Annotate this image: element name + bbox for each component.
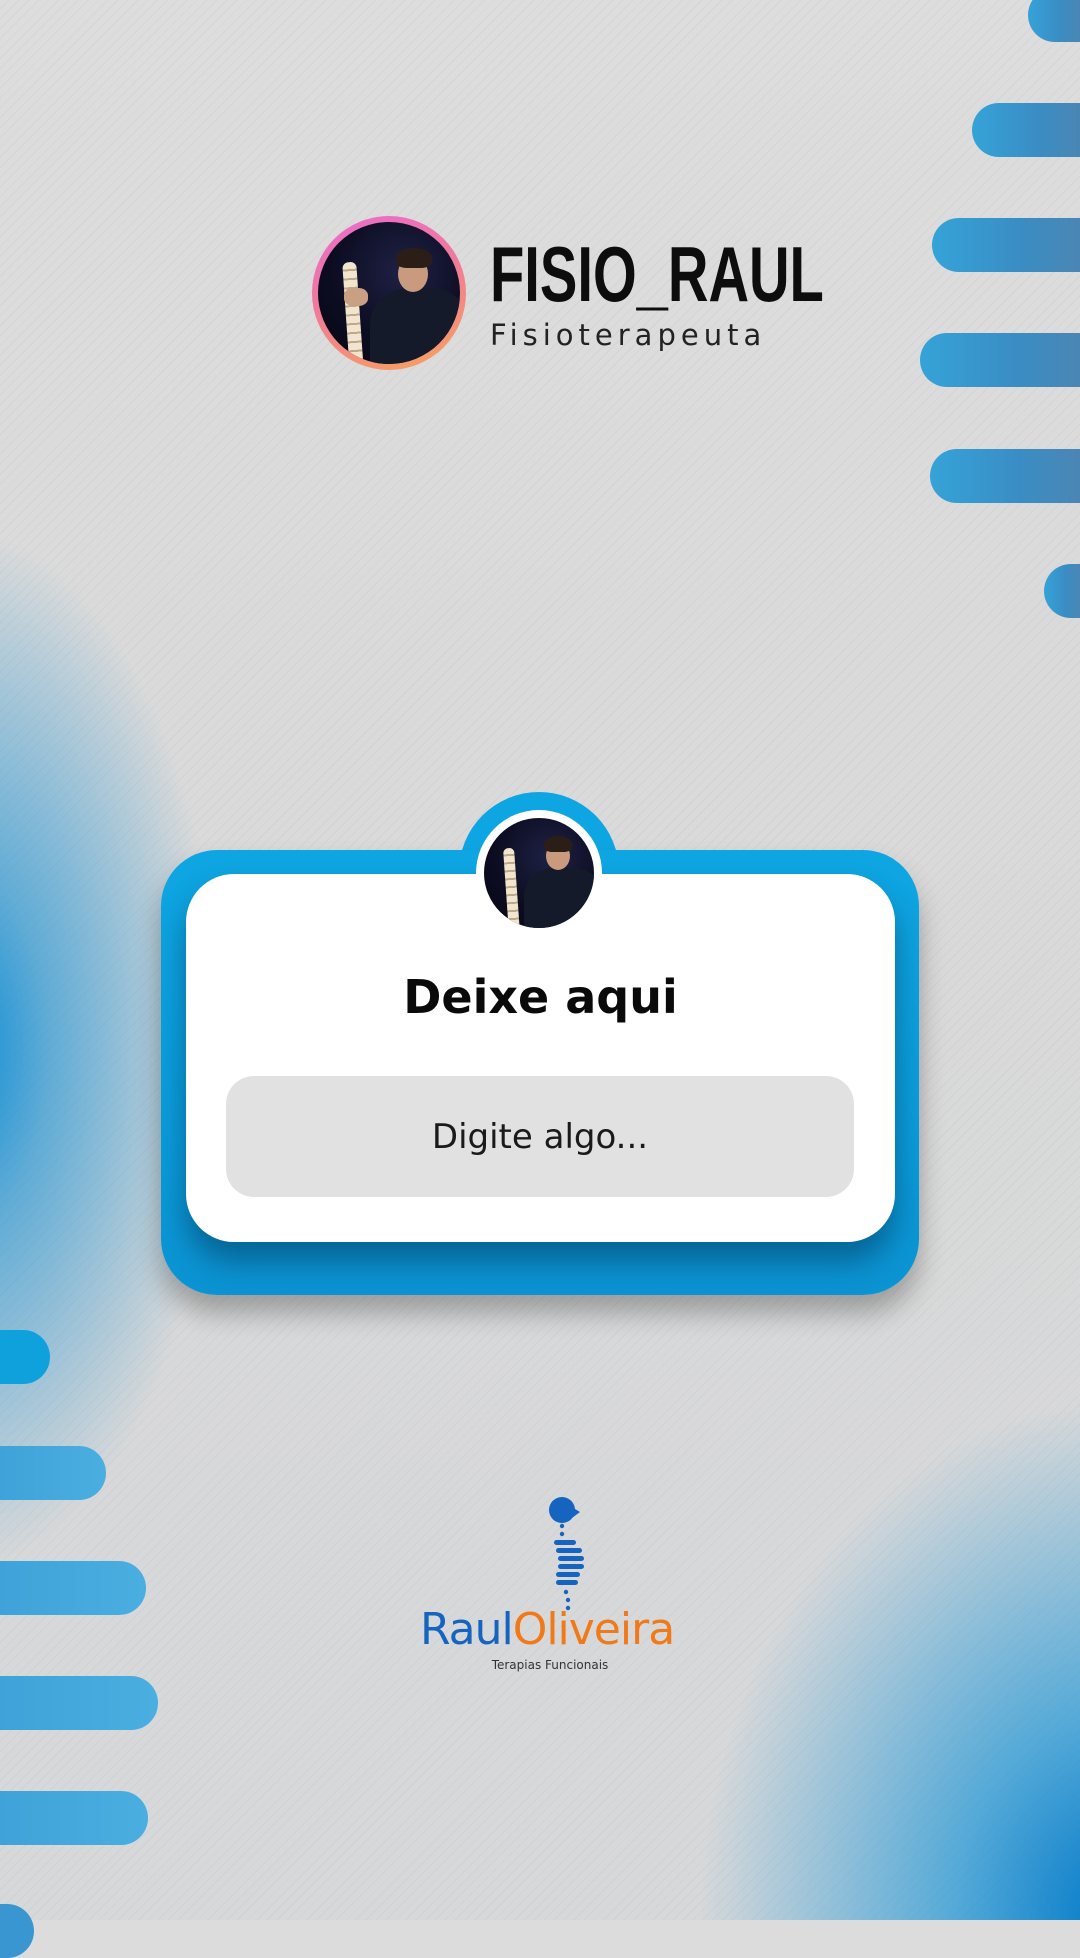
profile-header: FISIO_RAUL Fisioterapeuta <box>312 216 954 370</box>
decor-pill <box>930 449 1080 503</box>
person-hair-image <box>544 836 572 852</box>
username[interactable]: FISIO_RAUL <box>490 234 824 314</box>
spine-model-image <box>503 847 520 928</box>
logo-wordmark: RaulOliveira <box>420 1606 680 1654</box>
card-title: Deixe aqui <box>403 970 678 1024</box>
person-body-image <box>370 288 460 364</box>
decor-pill <box>972 103 1080 157</box>
card-avatar-ring <box>476 810 602 936</box>
logo-first-name: Raul <box>420 1604 514 1655</box>
decor-pill <box>932 218 1080 272</box>
avatar <box>318 222 460 364</box>
person-body-image <box>524 868 594 928</box>
logo-last-name: Oliveira <box>512 1604 675 1655</box>
person-hair-image <box>396 248 432 268</box>
brand-logo: RaulOliveira Terapias Funcionais <box>400 1496 680 1676</box>
decor-pill <box>0 1791 148 1845</box>
decor-pill <box>0 1676 158 1730</box>
profile-role: Fisioterapeuta <box>490 318 767 352</box>
spine-model-image <box>342 261 364 364</box>
profile-avatar-ring[interactable] <box>312 216 466 370</box>
decor-pill <box>0 1561 146 1615</box>
question-input[interactable] <box>226 1076 854 1197</box>
card-avatar <box>484 818 594 928</box>
decor-pill <box>0 1446 106 1500</box>
profile-text: FISIO_RAUL Fisioterapeuta <box>490 234 954 352</box>
hand-image <box>344 288 368 306</box>
logo-tagline: Terapias Funcionais <box>491 1658 609 1672</box>
